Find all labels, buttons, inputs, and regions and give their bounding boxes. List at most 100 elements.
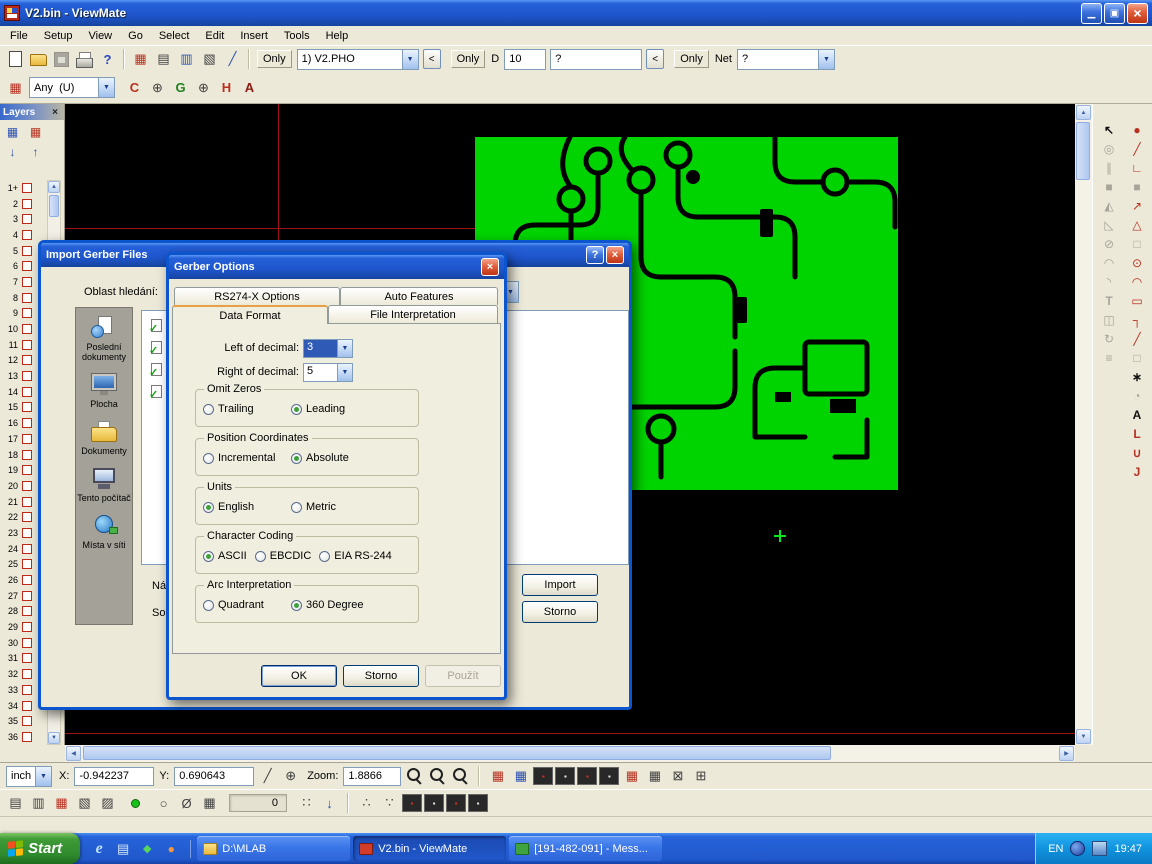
film-settings-icon[interactable]: ▧ [198, 48, 221, 70]
letter-l-icon[interactable]: L [1125, 424, 1149, 443]
gerber-file-check-4[interactable]: ✓ [151, 385, 162, 398]
new-file-icon[interactable] [4, 48, 27, 70]
layer-color-swatch[interactable] [22, 183, 32, 193]
place-desktop[interactable]: Plocha [76, 373, 132, 409]
layer-color-swatch[interactable] [22, 246, 32, 256]
context-help-icon[interactable] [96, 48, 119, 70]
layer-dark-2-icon[interactable]: ▪ [555, 767, 575, 785]
horizontal-scrollbar[interactable]: ◀ ▶ [65, 745, 1075, 762]
layer-color-swatch[interactable] [22, 371, 32, 381]
layer-color-swatch[interactable] [22, 497, 32, 507]
grid-table-icon[interactable]: ▦ [198, 792, 221, 814]
film-b-icon[interactable]: ▥ [27, 792, 50, 814]
scroll-down-icon[interactable]: ▼ [1076, 729, 1091, 744]
g-tool-icon[interactable]: G [169, 77, 192, 99]
x-coordinate-field[interactable]: -0.942237 [74, 767, 154, 786]
layer-color-swatch[interactable] [22, 606, 32, 616]
grid-dots-icon[interactable]: □ [1125, 234, 1149, 253]
left-of-decimal-combo[interactable]: 3 ▼ [303, 339, 353, 358]
origin-tool-icon[interactable]: ⊕ [192, 77, 215, 99]
prev-layer-button[interactable]: < [423, 49, 441, 69]
menu-item[interactable]: Help [318, 28, 357, 44]
radio-icon[interactable] [203, 600, 214, 611]
language-indicator[interactable]: EN [1048, 843, 1063, 855]
menu-item[interactable]: Edit [197, 28, 232, 44]
tab-file-interpretation[interactable]: File Interpretation [328, 305, 498, 323]
layer-colors-icon[interactable]: ▦ [24, 122, 47, 142]
close-button[interactable]: × [606, 246, 624, 264]
dcode-filter-field[interactable]: ? [550, 49, 642, 70]
move-layer-down-icon[interactable]: ↓ [1, 142, 24, 162]
corner-arc-icon[interactable]: ◝ [1097, 272, 1121, 291]
layer-list-icon[interactable]: ▥ [175, 48, 198, 70]
layer-row[interactable]: 3 [0, 211, 46, 227]
arc-point-icon[interactable]: ◔ [1125, 386, 1149, 405]
layer-color-swatch[interactable] [22, 340, 32, 350]
scroll-up-icon[interactable]: ▲ [48, 181, 60, 193]
layer-dark-3-icon[interactable]: ▪ [577, 767, 597, 785]
layer-color-swatch[interactable] [22, 308, 32, 318]
gerber-file-check-2[interactable]: ✓ [151, 341, 162, 354]
draw-square-icon[interactable]: ■ [1125, 177, 1149, 196]
layer-dark-4-icon[interactable]: ▪ [599, 767, 619, 785]
tray-app-icon[interactable] [1092, 841, 1107, 856]
restore-button[interactable]: ▣ [1104, 3, 1125, 24]
film-e-icon[interactable]: ▨ [96, 792, 119, 814]
chevron-down-icon[interactable]: ▼ [402, 50, 418, 69]
layer-color-swatch[interactable] [22, 324, 32, 334]
layer-color-swatch[interactable] [22, 669, 32, 679]
radio-icon[interactable] [291, 453, 302, 464]
layer-row[interactable]: 2 [0, 196, 46, 212]
dot-grid-icon[interactable]: ∷ [295, 792, 318, 814]
layer-color-swatch[interactable] [22, 732, 32, 742]
layer-table-icon[interactable]: ▦ [1, 122, 24, 142]
internet-explorer-icon[interactable]: e [90, 840, 108, 858]
tab-data-format[interactable]: Data Format [172, 305, 328, 324]
import-button[interactable]: Import [522, 574, 598, 596]
cup-shape-icon[interactable]: ∪ [1125, 443, 1149, 462]
radio-360-degree[interactable]: 360 Degree [291, 599, 379, 611]
scrollbar-thumb[interactable] [83, 746, 831, 760]
radio-incremental[interactable]: Incremental [203, 452, 291, 464]
draw-arrow-icon[interactable]: ↗ [1125, 196, 1149, 215]
layer-color-swatch[interactable] [22, 355, 32, 365]
scroll-left-icon[interactable]: ◀ [66, 746, 81, 761]
layer-row[interactable]: 36 [0, 729, 46, 745]
a-tool-icon[interactable]: A [238, 77, 261, 99]
layer-color-swatch[interactable] [22, 277, 32, 287]
layer-color-swatch[interactable] [22, 199, 32, 209]
radio-leading[interactable]: Leading [291, 403, 379, 415]
layer-color-swatch[interactable] [22, 701, 32, 711]
net-grid-icon[interactable]: ▦ [509, 765, 532, 787]
draw-rect-icon[interactable]: ▭ [1125, 291, 1149, 310]
draw-pad-icon[interactable]: ● [1125, 120, 1149, 139]
pad-dark-4-icon[interactable]: ▪ [468, 794, 488, 812]
firefox-icon[interactable]: ● [162, 840, 180, 858]
open-file-icon[interactable] [27, 48, 50, 70]
move-layer-up-icon[interactable]: ↑ [24, 142, 47, 162]
task-viewmate[interactable]: V2.bin - ViewMate [353, 836, 506, 861]
layer-color-swatch[interactable] [22, 434, 32, 444]
only-layer-toggle[interactable]: Only [257, 50, 292, 68]
layer-color-swatch[interactable] [22, 716, 32, 726]
layer-color-swatch[interactable] [22, 230, 32, 240]
radio-quadrant[interactable]: Quadrant [203, 599, 291, 611]
start-button[interactable]: Start [0, 833, 80, 864]
ok-button[interactable]: OK [261, 665, 337, 687]
layer-row[interactable]: 4 [0, 227, 46, 243]
layer-combo[interactable]: 1) V2.PHO ▼ [297, 49, 419, 70]
table-grid-icon[interactable]: ▦ [643, 765, 666, 787]
rotate-shape-icon[interactable]: ◭ [1097, 196, 1121, 215]
layer-color-swatch[interactable] [22, 622, 32, 632]
layer-color-swatch[interactable] [22, 450, 32, 460]
menu-item[interactable]: Go [120, 28, 151, 44]
panelize-icon[interactable]: ◫ [1097, 310, 1121, 329]
menu-item[interactable]: Insert [232, 28, 276, 44]
layer-color-swatch[interactable] [22, 261, 32, 271]
layer-color-swatch[interactable] [22, 293, 32, 303]
draw-line-icon[interactable]: ╱ [1125, 139, 1149, 158]
refresh-icon[interactable]: ↻ [1097, 329, 1121, 348]
letter-j-icon[interactable]: J [1125, 462, 1149, 481]
radio-icon[interactable] [203, 453, 214, 464]
minimize-button[interactable]: ▁ [1081, 3, 1102, 24]
